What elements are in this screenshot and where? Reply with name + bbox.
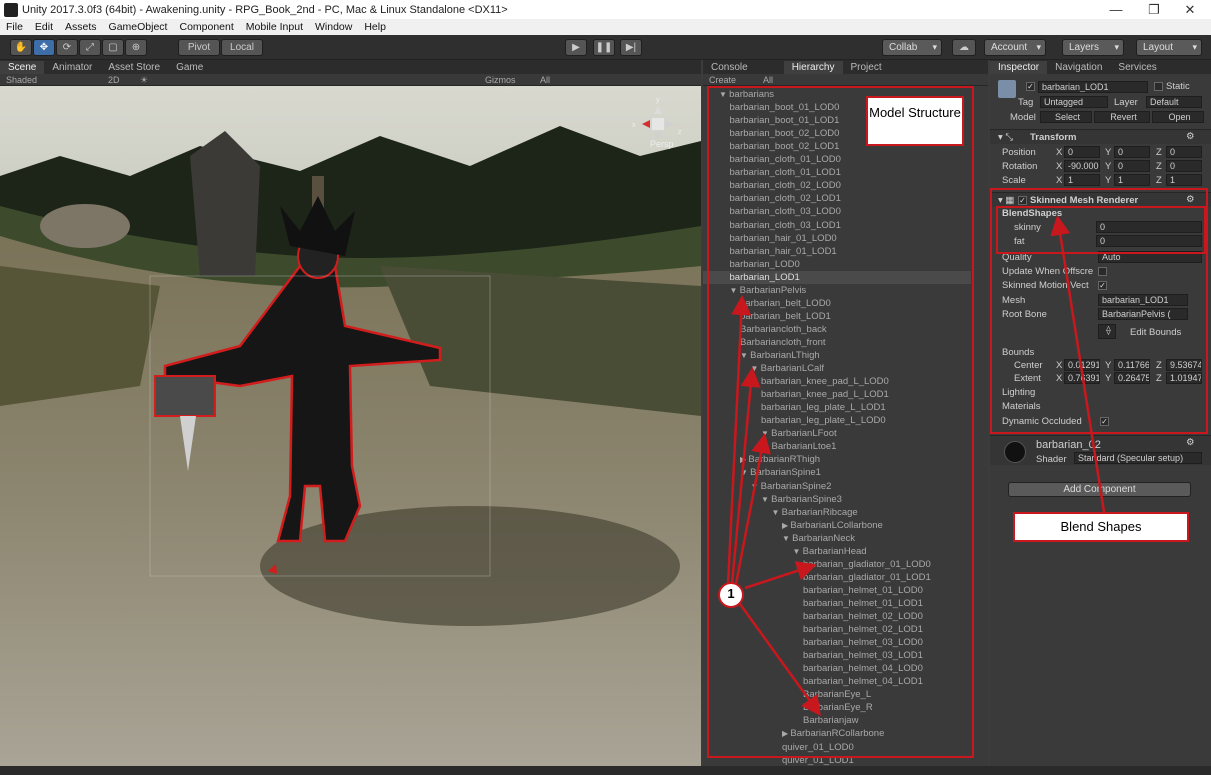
marker-number-1: 1: [727, 586, 735, 601]
annotation-arrows: [718, 215, 1106, 717]
status-bar: [0, 766, 1211, 775]
